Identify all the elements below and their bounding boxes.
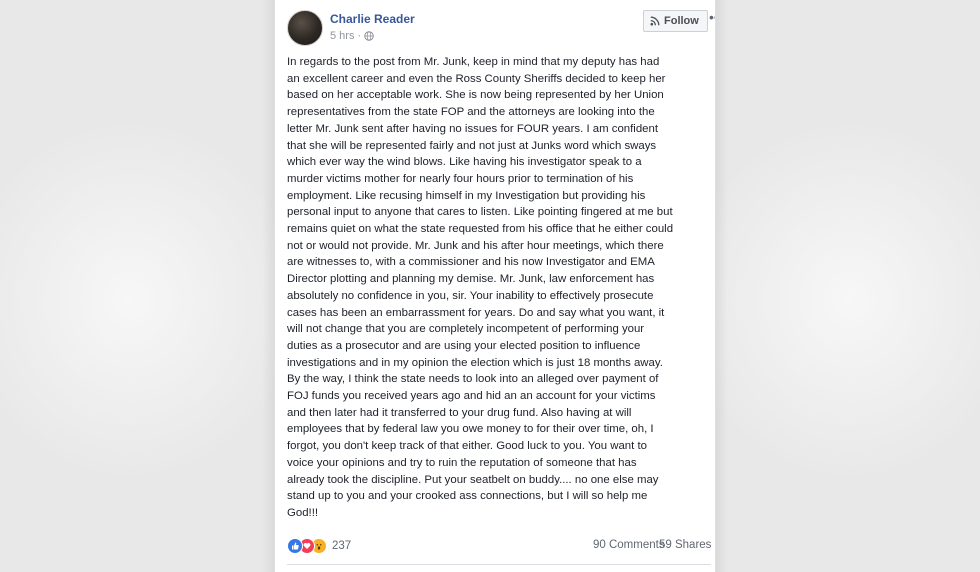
reaction-count: 237 [332,540,352,552]
shares-count-link[interactable]: 59 Shares [659,539,711,551]
follow-button[interactable]: Follow [643,10,708,32]
post-footer: 237 90 Comments 59 Shares [287,537,713,555]
reactions-summary[interactable]: 237 [287,538,351,554]
author-name-link[interactable]: Charlie Reader [330,12,415,26]
post-header: Charlie Reader 5 hrs · Follow ••• [287,10,715,50]
avatar[interactable] [287,10,323,46]
rss-icon [650,16,660,26]
card-shadow-right [716,0,728,572]
comments-count-link[interactable]: 90 Comments [593,539,665,551]
card-shadow-left [262,0,274,572]
post-text: In regards to the post from Mr. Junk, ke… [287,54,713,522]
like-icon [287,538,303,554]
follow-label: Follow [664,15,699,27]
globe-icon [364,31,374,41]
post-card: Charlie Reader 5 hrs · Follow ••• In reg… [274,0,716,572]
post-meta: 5 hrs · [330,30,374,42]
post-body-text: In regards to the post from Mr. Junk, ke… [287,56,674,519]
more-options-icon[interactable]: ••• [709,10,715,24]
footer-divider [287,564,711,565]
post-timestamp[interactable]: 5 hrs [330,30,354,42]
meta-separator: · [357,30,362,42]
